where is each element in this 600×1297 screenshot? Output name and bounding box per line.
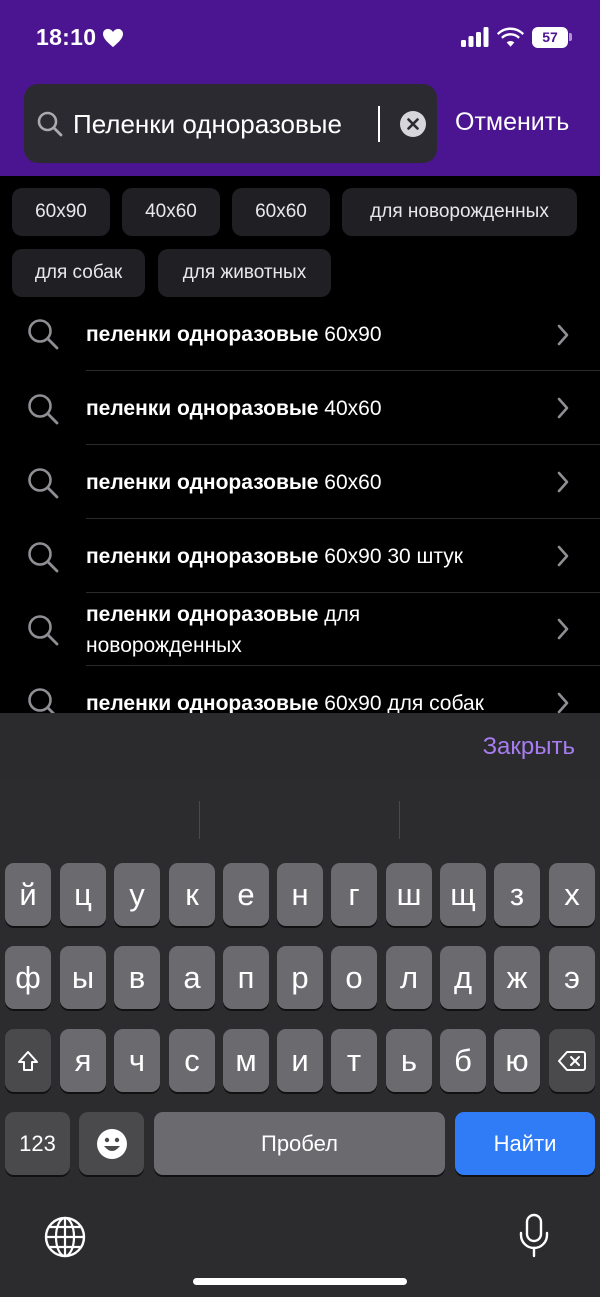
key[interactable]: в	[114, 946, 160, 1009]
shift-icon	[18, 1050, 38, 1071]
key[interactable]: л	[386, 946, 432, 1009]
chip-for-newborns[interactable]: для новорожденных	[342, 188, 577, 236]
key[interactable]: б	[440, 1029, 486, 1092]
clear-icon[interactable]	[400, 111, 426, 137]
home-indicator	[193, 1278, 407, 1285]
key[interactable]: ж	[494, 946, 540, 1009]
shift-key[interactable]	[5, 1029, 51, 1092]
chevron-right-icon	[557, 618, 569, 640]
key[interactable]: ц	[60, 863, 106, 926]
chevron-right-icon	[557, 324, 569, 346]
key[interactable]: ю	[494, 1029, 540, 1092]
key[interactable]: а	[169, 946, 215, 1009]
search-icon	[37, 111, 63, 137]
key[interactable]: и	[277, 1029, 323, 1092]
suggestion-item[interactable]: пеленки одноразовые 60x90 30 штук	[0, 519, 600, 592]
chevron-right-icon	[557, 692, 569, 713]
prediction-divider	[399, 801, 400, 839]
key[interactable]: ь	[386, 1029, 432, 1092]
microphone-icon[interactable]	[518, 1213, 550, 1259]
key[interactable]: т	[331, 1029, 377, 1092]
status-time: 18:10	[36, 24, 124, 51]
cancel-button[interactable]: Отменить	[455, 108, 569, 137]
search-field[interactable]: Пеленки одноразовые	[24, 84, 437, 163]
chevron-right-icon	[557, 545, 569, 567]
key[interactable]: ф	[5, 946, 51, 1009]
chip-60x60[interactable]: 60x60	[232, 188, 330, 236]
key[interactable]: г	[331, 863, 377, 926]
search-icon	[28, 542, 59, 573]
status-indicators: 57	[461, 26, 572, 48]
key[interactable]: ы	[60, 946, 106, 1009]
search-icon	[28, 394, 59, 425]
battery-indicator: 57	[532, 26, 572, 48]
key[interactable]: м	[223, 1029, 269, 1092]
search-icon	[28, 319, 59, 350]
key[interactable]: е	[223, 863, 269, 926]
key[interactable]: н	[277, 863, 323, 926]
suggestion-item[interactable]: пеленки одноразовые 60x90 для собак	[0, 666, 600, 713]
prediction-divider	[199, 801, 200, 839]
key[interactable]: р	[277, 946, 323, 1009]
key[interactable]: д	[440, 946, 486, 1009]
backspace-icon	[558, 1050, 586, 1071]
key[interactable]: у	[114, 863, 160, 926]
key[interactable]: ш	[386, 863, 432, 926]
key[interactable]: з	[494, 863, 540, 926]
wifi-icon	[497, 27, 524, 47]
search-icon	[28, 468, 59, 499]
key[interactable]: я	[60, 1029, 106, 1092]
emoji-key[interactable]	[79, 1112, 144, 1175]
keyboard: й ц у к е н г ш щ з х ф ы в а п р о л д …	[0, 781, 600, 1297]
chevron-right-icon	[557, 471, 569, 493]
key[interactable]: к	[169, 863, 215, 926]
globe-icon[interactable]	[43, 1215, 87, 1259]
key[interactable]: э	[549, 946, 595, 1009]
chip-for-dogs[interactable]: для собак	[12, 249, 145, 297]
search-header: 18:10 57 Пеленки одноразовые Отменить	[0, 0, 600, 176]
key[interactable]: х	[549, 863, 595, 926]
key[interactable]: ч	[114, 1029, 160, 1092]
key[interactable]: щ	[440, 863, 486, 926]
suggestion-item[interactable]: пеленки одноразовые 40x60	[0, 371, 600, 444]
emoji-icon	[96, 1128, 127, 1159]
heart-icon	[103, 28, 124, 47]
numbers-key[interactable]: 123	[5, 1112, 70, 1175]
search-icon	[28, 615, 59, 646]
cellular-signal-icon	[461, 27, 489, 47]
search-icon	[28, 688, 55, 713]
key[interactable]: с	[169, 1029, 215, 1092]
key[interactable]: й	[5, 863, 51, 926]
chevron-right-icon	[557, 397, 569, 419]
app-screen: 18:10 57 Пеленки одноразовые Отменить 60…	[0, 0, 600, 1297]
chip-40x60[interactable]: 40x60	[122, 188, 220, 236]
search-return-key[interactable]: Найти	[455, 1112, 595, 1175]
space-key[interactable]: Пробел	[154, 1112, 445, 1175]
close-keyboard-button[interactable]: Закрыть	[483, 733, 575, 761]
chip-60x90[interactable]: 60x90	[12, 188, 110, 236]
backspace-key[interactable]	[549, 1029, 595, 1092]
text-caret	[378, 106, 380, 142]
keyboard-toolbar: Закрыть	[0, 713, 600, 781]
key[interactable]: о	[331, 946, 377, 1009]
suggestion-item[interactable]: пеленки одноразовые для новорожденных	[0, 593, 600, 665]
suggestion-item[interactable]: пеленки одноразовые 60x60	[0, 445, 600, 518]
chip-for-animals[interactable]: для животных	[158, 249, 331, 297]
key[interactable]: п	[223, 946, 269, 1009]
suggestion-item[interactable]: пеленки одноразовые 60x90	[0, 300, 600, 370]
search-input[interactable]: Пеленки одноразовые	[73, 104, 342, 144]
